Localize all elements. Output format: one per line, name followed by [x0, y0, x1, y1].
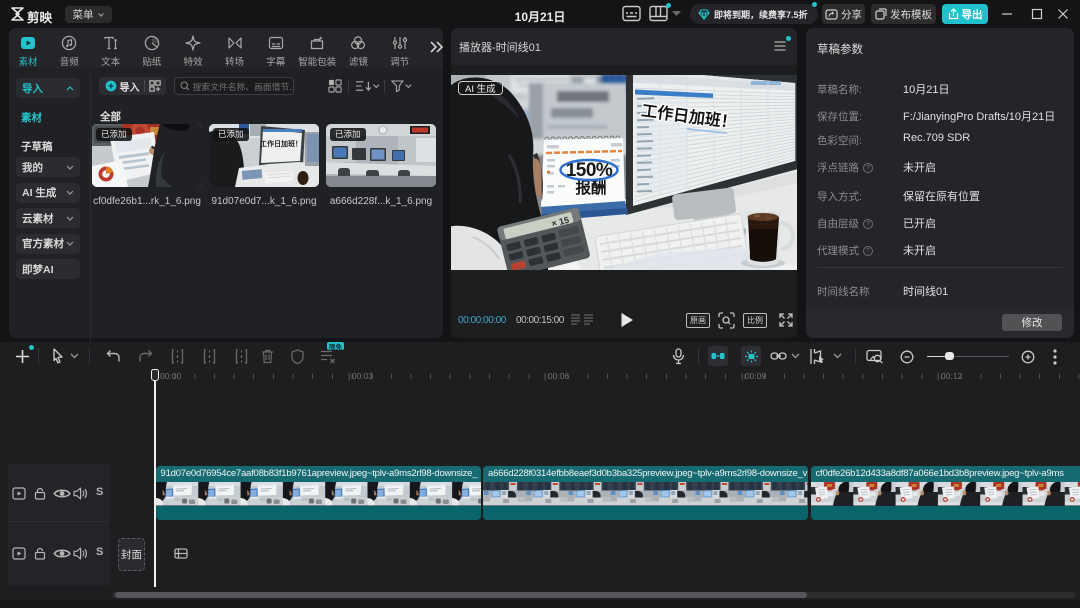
- svg-text:工作日加班！: 工作日加班！: [260, 139, 302, 148]
